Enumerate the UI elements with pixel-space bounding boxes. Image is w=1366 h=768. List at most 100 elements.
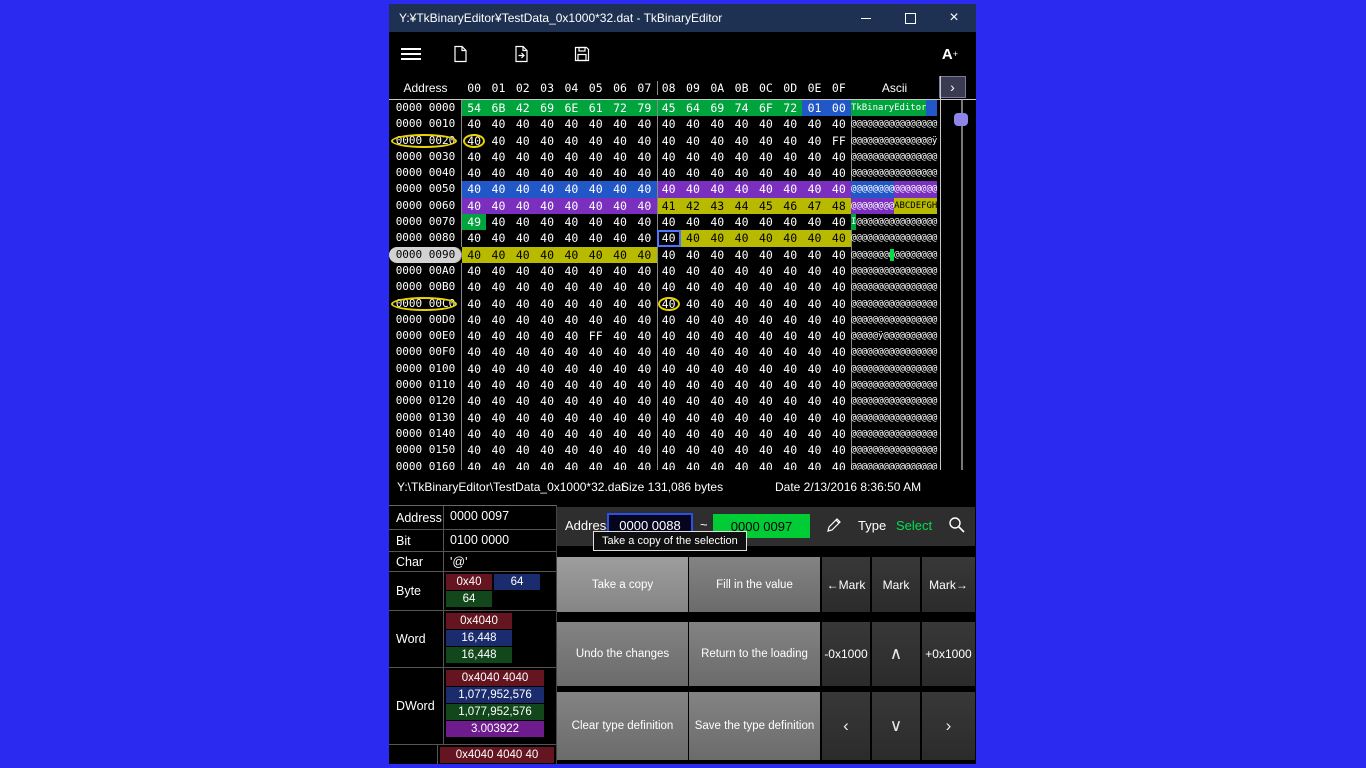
address-cell[interactable]: 0000 00A0 — [389, 263, 462, 279]
byte-cell[interactable]: 40 — [705, 214, 729, 230]
byte-cell[interactable]: 40 — [535, 296, 559, 312]
byte-cell[interactable]: 40 — [486, 361, 510, 377]
byte-cell[interactable]: 40 — [778, 181, 802, 197]
byte-cell[interactable]: 40 — [511, 263, 535, 279]
byte-cell[interactable]: 40 — [559, 133, 583, 149]
byte-cell[interactable]: 40 — [486, 328, 510, 344]
byte-cell[interactable]: 40 — [632, 312, 656, 328]
byte-cell[interactable]: 40 — [462, 426, 486, 442]
byte-cell[interactable]: 40 — [705, 328, 729, 344]
byte-cell[interactable]: 40 — [608, 296, 632, 312]
byte-cell[interactable]: 40 — [681, 214, 705, 230]
byte-cell[interactable]: 40 — [462, 328, 486, 344]
byte-cell[interactable]: 40 — [511, 459, 535, 470]
byte-cell[interactable]: 40 — [681, 442, 705, 458]
byte-cell[interactable]: 40 — [778, 230, 802, 246]
byte-cell[interactable]: 40 — [462, 247, 486, 263]
font-settings-button[interactable]: A+ — [942, 43, 958, 65]
byte-cell[interactable]: 49 — [462, 214, 486, 230]
byte-cell[interactable]: 40 — [754, 459, 778, 470]
byte-cell[interactable]: 40 — [462, 149, 486, 165]
byte-cell[interactable]: 40 — [608, 181, 632, 197]
byte-cell[interactable]: 40 — [754, 133, 778, 149]
byte-cell[interactable]: 40 — [729, 328, 753, 344]
byte-cell[interactable]: 40 — [608, 149, 632, 165]
byte-cell[interactable]: 40 — [827, 328, 851, 344]
address-cell[interactable]: 0000 0120 — [389, 393, 462, 409]
byte-cell[interactable]: 40 — [778, 247, 802, 263]
byte-cell[interactable]: 40 — [827, 344, 851, 360]
byte-cell[interactable]: 40 — [705, 393, 729, 409]
byte-cell[interactable]: 40 — [802, 263, 826, 279]
address-cell[interactable]: 0000 00E0 — [389, 328, 462, 344]
address-cell[interactable]: 0000 0060 — [389, 198, 462, 214]
byte-cell[interactable]: 40 — [657, 312, 681, 328]
byte-cell[interactable]: 40 — [584, 263, 608, 279]
byte-cell[interactable]: 40 — [462, 116, 486, 132]
byte-cell[interactable]: 40 — [559, 149, 583, 165]
byte-cell[interactable]: 40 — [608, 279, 632, 295]
byte-cell[interactable]: 40 — [657, 393, 681, 409]
save-the-type-definition-button[interactable]: Save the type definition — [689, 692, 820, 760]
byte-cell[interactable]: 40 — [802, 312, 826, 328]
byte-cell[interactable]: 40 — [462, 312, 486, 328]
byte-cell[interactable]: 40 — [584, 247, 608, 263]
address-cell[interactable]: 0000 0000 — [389, 100, 462, 116]
byte-cell[interactable]: 40 — [657, 344, 681, 360]
byte-cell[interactable]: 40 — [559, 393, 583, 409]
byte-cell[interactable]: 40 — [608, 214, 632, 230]
byte-cell[interactable]: 40 — [486, 312, 510, 328]
byte-cell[interactable]: 40 — [705, 247, 729, 263]
byte-cell[interactable]: 40 — [486, 279, 510, 295]
byte-cell[interactable]: 40 — [608, 312, 632, 328]
byte-cell[interactable]: 40 — [511, 149, 535, 165]
byte-cell[interactable]: 40 — [705, 459, 729, 470]
byte-cell[interactable]: 40 — [486, 165, 510, 181]
byte-cell[interactable]: 40 — [608, 377, 632, 393]
byte-cell[interactable]: 42 — [511, 100, 535, 116]
byte-cell[interactable]: 40 — [778, 263, 802, 279]
byte-cell[interactable]: 40 — [632, 361, 656, 377]
byte-cell[interactable]: 40 — [729, 133, 753, 149]
byte-cell[interactable]: 40 — [511, 230, 535, 246]
byte-cell[interactable]: 40 — [486, 459, 510, 470]
byte-cell[interactable]: 40 — [778, 426, 802, 442]
byte-cell[interactable]: 40 — [584, 393, 608, 409]
byte-cell[interactable]: 40 — [827, 165, 851, 181]
byte-cell[interactable]: 40 — [802, 116, 826, 132]
byte-cell[interactable]: 40 — [511, 442, 535, 458]
byte-cell[interactable]: 40 — [559, 459, 583, 470]
move-right-button[interactable]: › — [922, 692, 975, 760]
byte-cell[interactable]: 40 — [681, 181, 705, 197]
byte-cell[interactable]: 40 — [657, 149, 681, 165]
address-cell[interactable]: 0000 0100 — [389, 361, 462, 377]
byte-cell[interactable]: 40 — [535, 410, 559, 426]
byte-cell[interactable]: 40 — [778, 328, 802, 344]
byte-cell[interactable]: 00 — [827, 100, 851, 116]
byte-cell[interactable]: 40 — [584, 230, 608, 246]
byte-cell[interactable]: 40 — [802, 393, 826, 409]
clear-type-definition-button[interactable]: Clear type definition — [557, 692, 688, 760]
byte-cell[interactable]: 40 — [827, 247, 851, 263]
byte-cell[interactable]: 40 — [511, 361, 535, 377]
byte-cell[interactable]: 40 — [729, 361, 753, 377]
byte-cell[interactable]: 40 — [462, 263, 486, 279]
ascii-cell[interactable]: @@@@@ÿ@@@@@@@@@@ — [851, 328, 938, 344]
byte-cell[interactable]: 6B — [486, 100, 510, 116]
byte-cell[interactable]: 40 — [681, 344, 705, 360]
ascii-cell[interactable]: @@@@@@@@@@@@@@@@ — [851, 263, 938, 279]
byte-cell[interactable]: 40 — [559, 279, 583, 295]
ascii-cell[interactable]: @@@@@@@@ABCDEFGH — [851, 198, 938, 214]
byte-cell[interactable]: 40 — [608, 393, 632, 409]
byte-cell[interactable]: 40 — [778, 442, 802, 458]
byte-cell[interactable]: 47 — [802, 198, 826, 214]
byte-cell[interactable]: 40 — [729, 442, 753, 458]
scrollbar-thumb[interactable] — [954, 113, 968, 126]
byte-cell[interactable]: 40 — [511, 116, 535, 132]
edit-button[interactable] — [825, 516, 845, 536]
byte-cell[interactable]: 40 — [705, 230, 729, 246]
byte-cell[interactable]: 40 — [754, 426, 778, 442]
byte-cell[interactable]: 40 — [681, 149, 705, 165]
byte-cell[interactable]: 64 — [681, 100, 705, 116]
byte-cell[interactable]: 40 — [462, 198, 486, 214]
